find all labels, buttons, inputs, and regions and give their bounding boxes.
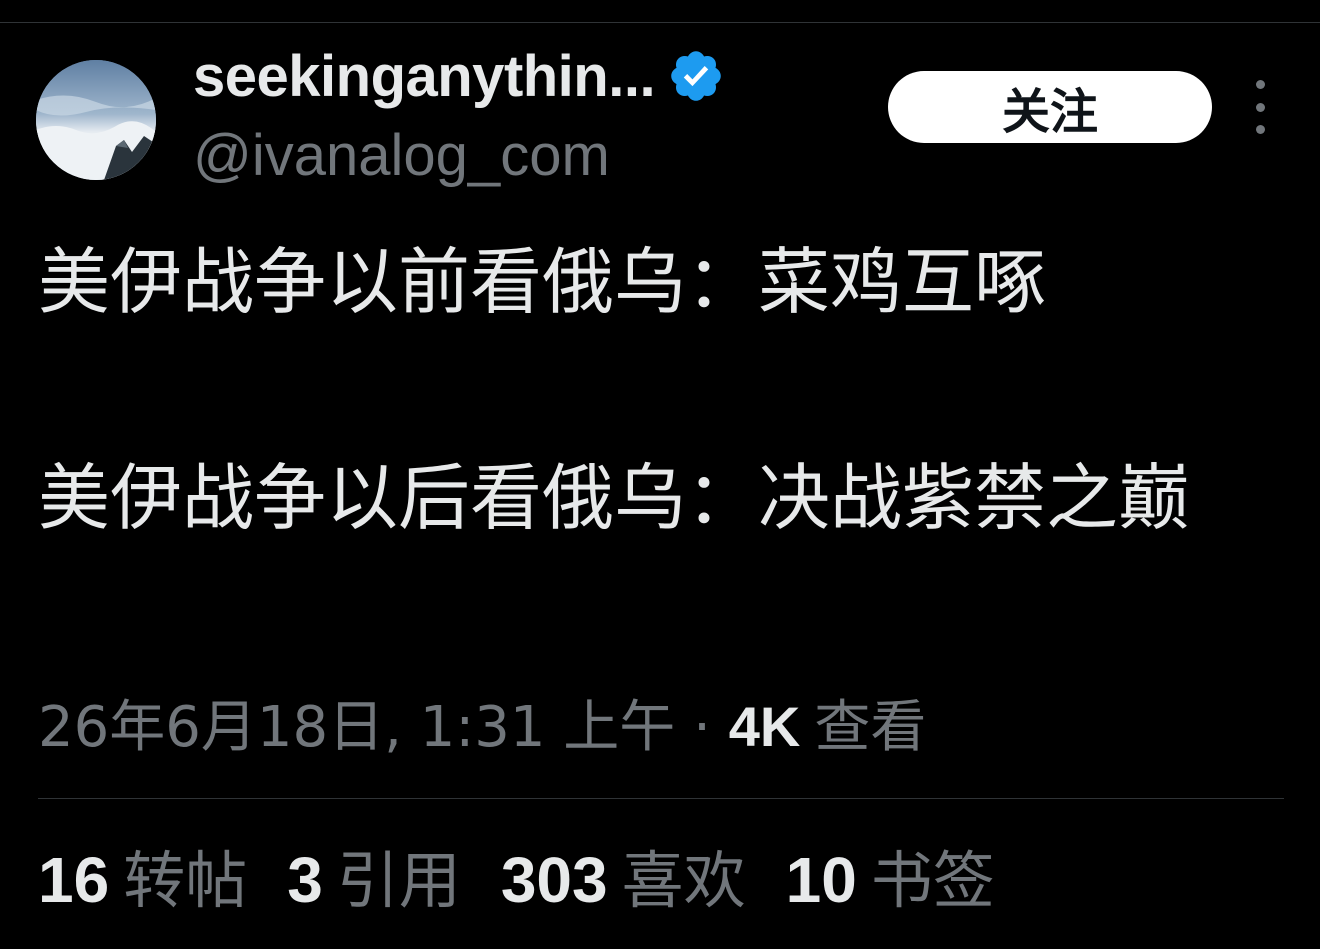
- more-dot: [1255, 102, 1265, 112]
- engagement-stats: 16 转帖 3 引用 303 喜欢 10 书签: [38, 830, 995, 920]
- views-count: 4K: [728, 695, 801, 758]
- stat-count: 303: [500, 844, 608, 916]
- author-handle[interactable]: @ivanalog_com: [193, 122, 610, 189]
- stat-likes[interactable]: 303 喜欢: [501, 830, 746, 920]
- timestamp[interactable]: 26年6月18日, 1:31 上午: [38, 682, 675, 763]
- stat-label: 书签: [870, 844, 995, 917]
- tweet-meta: 26年6月18日, 1:31 上午 · 4K 查看: [38, 682, 926, 763]
- meta-separator: ·: [675, 695, 729, 760]
- more-dot: [1255, 80, 1265, 89]
- stats-divider: [38, 798, 1284, 799]
- author-name-row[interactable]: seekinganythin...: [193, 43, 725, 110]
- follow-button[interactable]: 关注: [888, 71, 1212, 143]
- stat-bookmarks[interactable]: 10 书签: [786, 830, 995, 920]
- verified-badge-icon: [667, 47, 725, 105]
- tweet-text: 美伊战争以前看俄乌：菜鸡互啄 美伊战争以后看俄乌：决战紫禁之巅: [38, 240, 1191, 540]
- avatar[interactable]: [36, 60, 156, 180]
- more-vertical-icon[interactable]: [1245, 80, 1275, 134]
- more-dot: [1255, 125, 1265, 134]
- stat-count: 10: [785, 844, 857, 916]
- stat-count: 16: [38, 844, 110, 916]
- stat-count: 3: [287, 844, 323, 916]
- views-label: 查看: [814, 695, 927, 760]
- stat-reposts[interactable]: 16 转帖: [38, 830, 247, 920]
- stat-label: 转帖: [123, 844, 248, 917]
- avatar-image: [36, 60, 156, 180]
- top-divider: [0, 22, 1320, 23]
- stat-quotes[interactable]: 3 引用: [287, 830, 461, 920]
- stat-label: 喜欢: [621, 844, 746, 917]
- stat-label: 引用: [336, 844, 461, 917]
- display-name[interactable]: seekinganythin...: [193, 43, 656, 110]
